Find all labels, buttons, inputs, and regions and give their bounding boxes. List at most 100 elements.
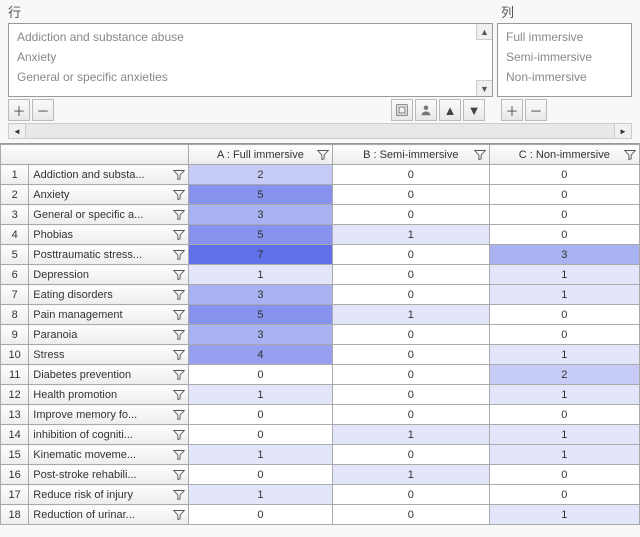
filter-icon[interactable] [173,389,185,401]
row-header[interactable]: General or specific a... [29,205,189,225]
filter-icon[interactable] [173,229,185,241]
data-cell[interactable]: 0 [189,465,333,485]
row-header[interactable]: Reduce risk of injury [29,485,189,505]
filter-icon[interactable] [173,489,185,501]
data-cell[interactable]: 0 [489,405,639,425]
data-cell[interactable]: 0 [332,285,489,305]
col-listbox-item[interactable]: Full immersive [498,27,631,47]
data-cell[interactable]: 0 [332,185,489,205]
data-cell[interactable]: 0 [489,185,639,205]
filter-icon[interactable] [173,349,185,361]
remove-col-button[interactable]: － [525,99,547,121]
data-cell[interactable]: 1 [332,305,489,325]
filter-icon[interactable] [173,209,185,221]
row-header[interactable]: Stress [29,345,189,365]
filter-icon[interactable] [173,469,185,481]
data-cell[interactable]: 0 [332,485,489,505]
row-listbox-item[interactable]: Anxiety [9,47,492,67]
col-listbox-item[interactable]: Semi-immersive [498,47,631,67]
row-header[interactable]: Pain management [29,305,189,325]
filter-icon[interactable] [173,449,185,461]
data-cell[interactable]: 0 [332,245,489,265]
data-cell[interactable]: 0 [189,425,333,445]
data-cell[interactable]: 0 [332,265,489,285]
row-header[interactable]: Posttraumatic stress... [29,245,189,265]
data-cell[interactable]: 5 [189,305,333,325]
filter-icon[interactable] [173,249,185,261]
data-cell[interactable]: 5 [189,185,333,205]
row-header[interactable]: Addiction and substa... [29,165,189,185]
column-header[interactable]: A : Full immersive [189,145,333,165]
filter-icon[interactable] [317,149,329,161]
data-cell[interactable]: 3 [189,325,333,345]
data-cell[interactable]: 2 [489,365,639,385]
filter-icon[interactable] [173,189,185,201]
filter-icon[interactable] [173,269,185,281]
data-cell[interactable]: 1 [189,385,333,405]
data-cell[interactable]: 0 [189,365,333,385]
row-listbox-item[interactable]: Addiction and substance abuse [9,27,492,47]
row-header[interactable]: Post-stroke rehabili... [29,465,189,485]
data-cell[interactable]: 0 [332,165,489,185]
data-cell[interactable]: 3 [189,285,333,305]
data-cell[interactable]: 0 [332,405,489,425]
data-cell[interactable]: 0 [489,305,639,325]
data-cell[interactable]: 0 [332,325,489,345]
data-cell[interactable]: 0 [489,325,639,345]
row-header[interactable]: Kinematic moveme... [29,445,189,465]
row-listbox-item[interactable]: General or specific anxieties [9,67,492,87]
data-cell[interactable]: 1 [332,225,489,245]
add-row-button[interactable]: ＋ [8,99,30,121]
row-header[interactable]: Anxiety [29,185,189,205]
col-listbox-item[interactable]: Non-immersive [498,67,631,87]
data-cell[interactable]: 0 [489,225,639,245]
data-cell[interactable]: 0 [489,205,639,225]
row-header[interactable]: Reduction of urinar... [29,505,189,525]
data-cell[interactable]: 3 [489,245,639,265]
filter-icon[interactable] [474,149,486,161]
row-header[interactable]: Health promotion [29,385,189,405]
data-cell[interactable]: 1 [332,465,489,485]
scroll-up-icon[interactable]: ▲ [476,24,492,40]
group-button[interactable] [391,99,413,121]
filter-icon[interactable] [173,509,185,521]
row-header[interactable]: Phobias [29,225,189,245]
horizontal-scrollbar[interactable] [8,123,632,139]
filter-icon[interactable] [173,169,185,181]
move-up-button[interactable]: ▲ [439,99,461,121]
data-cell[interactable]: 3 [189,205,333,225]
data-cell[interactable]: 1 [189,445,333,465]
data-cell[interactable]: 0 [332,385,489,405]
row-header[interactable]: Diabetes prevention [29,365,189,385]
data-cell[interactable]: 1 [489,445,639,465]
data-cell[interactable]: 1 [332,425,489,445]
filter-icon[interactable] [173,329,185,341]
data-cell[interactable]: 1 [489,285,639,305]
filter-icon[interactable] [173,309,185,321]
data-cell[interactable]: 1 [189,485,333,505]
data-cell[interactable]: 7 [189,245,333,265]
data-cell[interactable]: 1 [489,425,639,445]
data-cell[interactable]: 0 [189,505,333,525]
filter-icon[interactable] [173,429,185,441]
data-cell[interactable]: 0 [332,345,489,365]
row-header[interactable]: Paranoia [29,325,189,345]
data-cell[interactable]: 0 [489,465,639,485]
add-col-button[interactable]: ＋ [501,99,523,121]
filter-icon[interactable] [173,409,185,421]
data-cell[interactable]: 1 [489,505,639,525]
row-header[interactable]: Eating disorders [29,285,189,305]
data-cell[interactable]: 1 [189,265,333,285]
data-cell[interactable]: 0 [489,485,639,505]
data-cell[interactable]: 1 [489,385,639,405]
cols-listbox[interactable]: Full immersiveSemi-immersiveNon-immersiv… [497,23,632,97]
remove-row-button[interactable]: － [32,99,54,121]
data-cell[interactable]: 0 [332,205,489,225]
row-header[interactable]: Improve memory fo... [29,405,189,425]
data-cell[interactable]: 4 [189,345,333,365]
filter-icon[interactable] [624,149,636,161]
data-cell[interactable]: 0 [489,165,639,185]
data-cell[interactable]: 5 [189,225,333,245]
data-cell[interactable]: 0 [332,445,489,465]
data-cell[interactable]: 0 [332,505,489,525]
